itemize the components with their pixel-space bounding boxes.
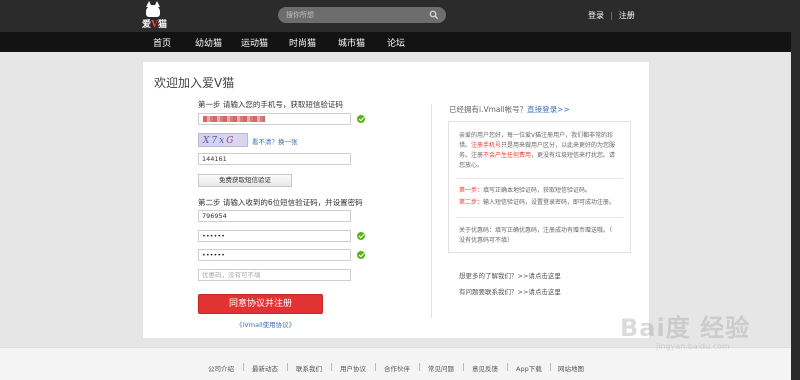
- divider: [507, 363, 508, 371]
- check-icon: [357, 232, 365, 240]
- scrollbar[interactable]: [791, 0, 800, 380]
- divider: [457, 217, 623, 218]
- divider: [550, 363, 551, 371]
- page-title: 欢迎加入爱V猫: [154, 76, 235, 90]
- agree-and-register-button[interactable]: 同意协议并注册: [198, 294, 323, 314]
- captcha-field[interactable]: [198, 153, 351, 165]
- existing-account-text: 已经拥有i.Vmall帐号？直接登录>>: [449, 105, 570, 114]
- search-box[interactable]: [278, 7, 446, 23]
- footer-link[interactable]: 常见问题: [428, 363, 454, 373]
- info-step1: 第一步：填写正确本地验证码，获取短信验证码。: [459, 187, 592, 194]
- divider: [243, 363, 244, 371]
- info-text: 惜。注册手机号只是用来做用户区分，以此来更好的为您服: [459, 142, 616, 149]
- logo-text: 爱V猫: [142, 20, 168, 30]
- main-nav: 首页 幼幼猫 运动猫 时尚猫 城市猫 论坛: [0, 32, 800, 52]
- nav-item-kids[interactable]: 幼幼猫: [195, 36, 222, 49]
- footer-link[interactable]: App下载: [516, 363, 542, 373]
- divider: [287, 363, 288, 371]
- site-logo[interactable]: 爱V猫: [138, 1, 176, 30]
- account-links: 登录 | 注册: [588, 10, 635, 21]
- info-step2: 第二步：输入短信验证码，设置登录密码，即可成功注册。: [459, 199, 616, 206]
- password-field[interactable]: [198, 230, 351, 242]
- watermark-url: jingyan.baidu.com: [656, 342, 730, 351]
- captcha-text: X7xG: [203, 136, 236, 146]
- search-input[interactable]: [286, 9, 416, 21]
- password-confirm-input[interactable]: [199, 250, 350, 260]
- info-text: 没有优惠码可不填）: [459, 237, 514, 244]
- invite-code-field[interactable]: [198, 269, 351, 281]
- info-text: 务。注册不会产生任何费用，更没有垃圾短信来打扰您。请: [459, 152, 616, 159]
- divider: |: [610, 11, 613, 20]
- watermark-text: Bai度 经验: [620, 314, 751, 342]
- direct-login-link[interactable]: 直接登录>>: [527, 105, 570, 114]
- footer-link[interactable]: 公司介绍: [208, 363, 234, 373]
- contact-us-link[interactable]: 有问题要联系我们？>>请点击这里: [459, 286, 561, 296]
- check-icon: [357, 251, 365, 259]
- masked-phone-number: [203, 116, 265, 122]
- info-box: 亲爱的用户您好，每一位爱V猫注册用户，我们都非常的珍 惜。注册手机号只是用来做用…: [448, 121, 631, 253]
- password-input[interactable]: [199, 231, 350, 241]
- info-text: 亲爱的用户您好，每一位爱V猫注册用户，我们都非常的珍: [459, 132, 614, 139]
- password-confirm-field[interactable]: [198, 249, 351, 261]
- sms-code-field[interactable]: [198, 210, 351, 222]
- step2-label: 第二步 请输入收到的6位短信验证码，并设置密码: [198, 198, 363, 207]
- baidu-watermark: Bai度 经验 jingyan.baidu.com: [618, 308, 768, 358]
- divider: [419, 363, 420, 371]
- divider: [331, 363, 332, 371]
- nav-item-forum[interactable]: 论坛: [387, 36, 405, 49]
- nav-item-city[interactable]: 城市猫: [338, 36, 365, 49]
- user-agreement-link[interactable]: 《iVmall使用协议》: [236, 319, 295, 329]
- step1-label: 第一步 请输入您的手机号，获取短信验证码: [198, 100, 343, 109]
- footer-link[interactable]: 联系我们: [296, 363, 322, 373]
- sms-code-input[interactable]: [199, 211, 350, 221]
- learn-more-link[interactable]: 想更多的了解我们？>>请点击这里: [459, 270, 561, 280]
- footer-link[interactable]: 最新动态: [252, 363, 278, 373]
- invite-code-input[interactable]: [199, 270, 350, 280]
- top-header: 爱V猫 登录 | 注册: [0, 0, 800, 32]
- get-sms-code-button[interactable]: 免费获取短信验证: [198, 174, 292, 187]
- divider: [463, 363, 464, 371]
- nav-item-fashion[interactable]: 时尚猫: [289, 36, 316, 49]
- nav-item-home[interactable]: 首页: [153, 36, 171, 49]
- captcha-image[interactable]: X7xG: [198, 133, 248, 147]
- column-divider: [431, 104, 432, 318]
- info-text: 您放心。: [459, 162, 484, 169]
- info-text: 关于优惠码：填写正确优惠码，注册成功有赠币赠送哦。（: [459, 227, 613, 234]
- footer-link[interactable]: 网站地图: [558, 363, 584, 373]
- check-icon: [357, 115, 365, 123]
- login-link[interactable]: 登录: [588, 11, 604, 20]
- nav-item-sports[interactable]: 运动猫: [241, 36, 268, 49]
- cat-logo-icon: [146, 1, 160, 17]
- divider: [375, 363, 376, 371]
- footer-link[interactable]: 合作伙伴: [384, 363, 410, 373]
- footer-link[interactable]: 意见反馈: [472, 363, 498, 373]
- divider: [457, 178, 623, 179]
- footer-link[interactable]: 用户协议: [340, 363, 366, 373]
- captcha-refresh-link[interactable]: 看不清？换一张: [252, 136, 298, 146]
- search-icon[interactable]: [429, 10, 439, 20]
- captcha-input[interactable]: [199, 154, 350, 164]
- register-link[interactable]: 注册: [619, 11, 635, 20]
